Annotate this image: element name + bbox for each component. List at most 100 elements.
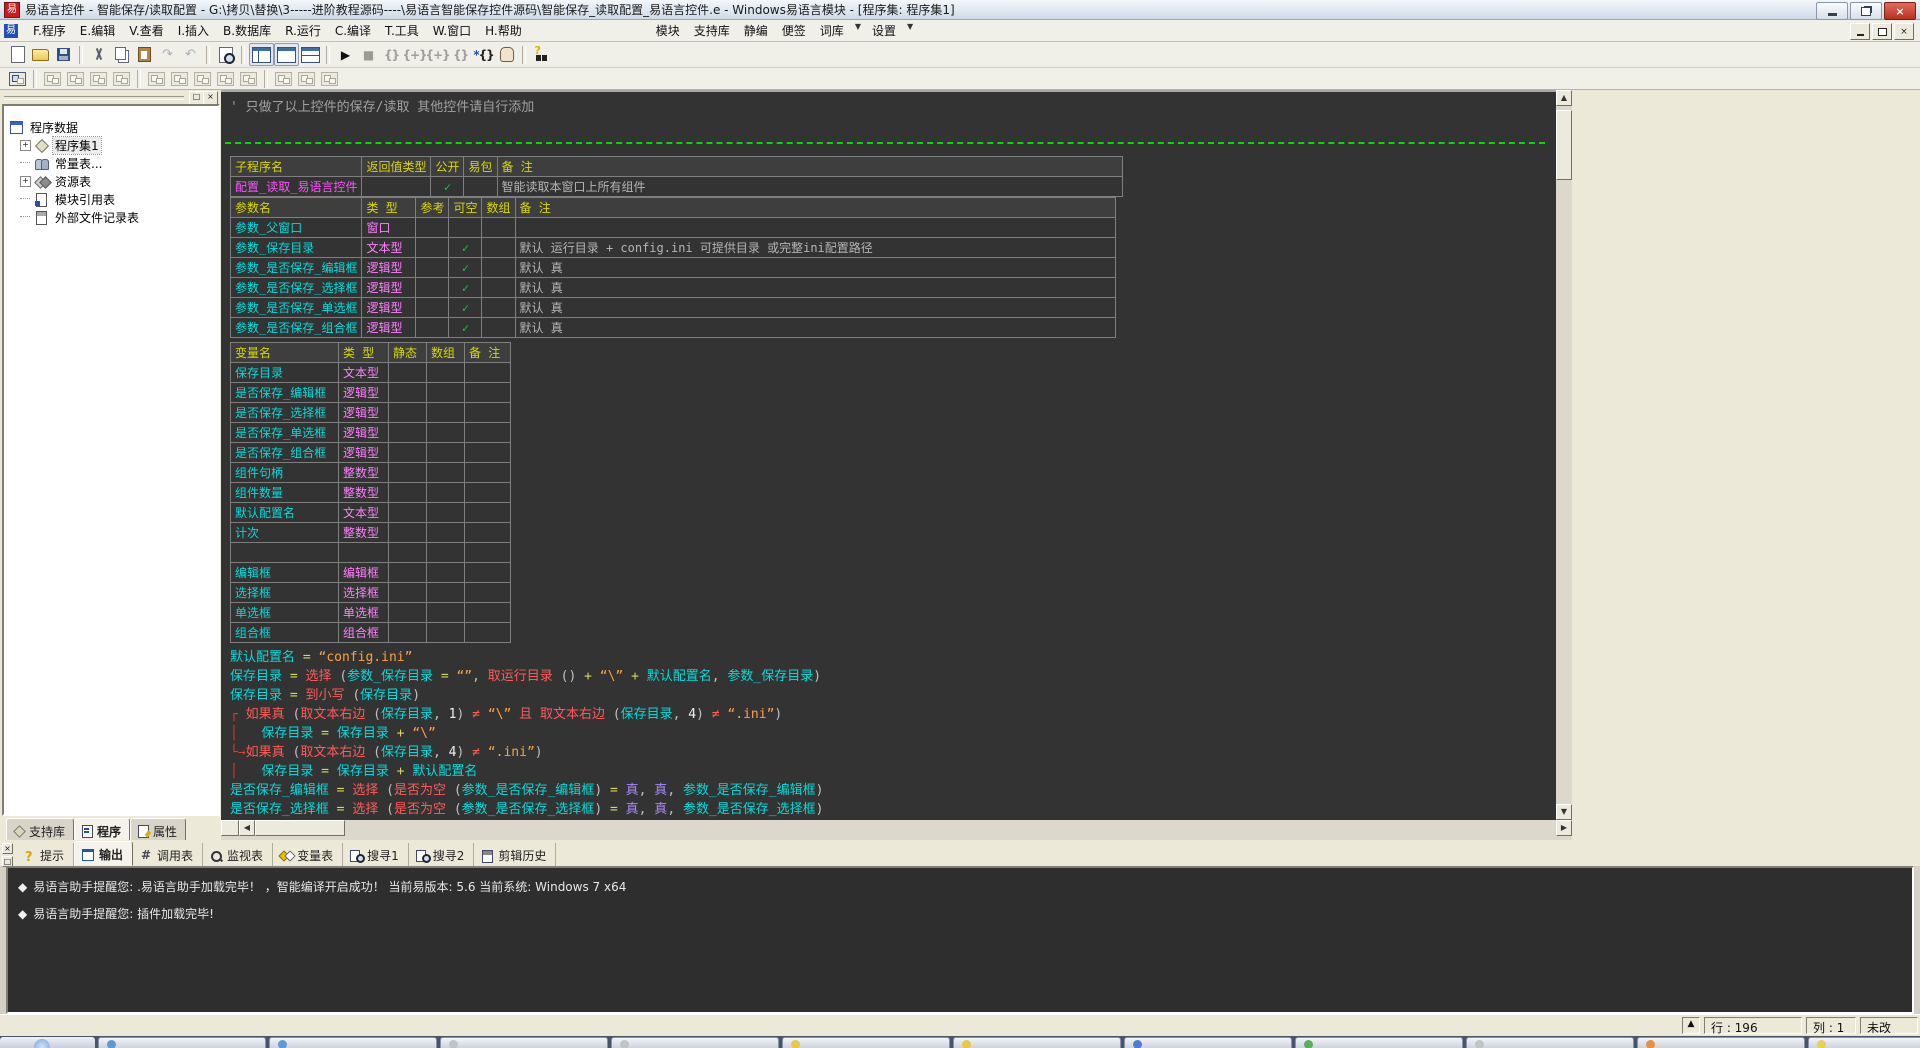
table-cell[interactable]: 默认 真 [514, 317, 1116, 338]
table-cell[interactable]: 保存目录 [230, 362, 339, 383]
taskbar-button[interactable] [1466, 1037, 1634, 1048]
table-cell[interactable] [481, 257, 516, 278]
table-cell[interactable]: 默认配置名 [230, 502, 339, 523]
table-cell[interactable]: 是否保存_组合框 [230, 442, 339, 463]
table-cell[interactable]: ✓ [448, 277, 483, 298]
table-cell[interactable] [230, 542, 339, 563]
open-file-button[interactable] [29, 44, 52, 65]
plugin-menu-item[interactable]: 静编 [737, 19, 775, 42]
chevron-down-icon[interactable]: ▼ [903, 19, 917, 42]
same-width-button[interactable] [191, 68, 214, 89]
table-cell[interactable]: 文本型 [338, 502, 389, 523]
table-cell[interactable] [388, 402, 427, 423]
table-cell[interactable] [463, 176, 498, 197]
code-editor[interactable]: ' 只做了以上控件的保存/读取 其他控件请自行添加 子程序名 返回值类型 公开 易包备… [221, 90, 1572, 820]
start-button[interactable] [0, 1037, 95, 1048]
table-cell[interactable] [426, 382, 465, 403]
menu-item[interactable]: W.窗口 [426, 19, 478, 42]
vertical-scroll-thumb[interactable] [1556, 110, 1572, 180]
table-cell[interactable]: 逻辑型 [361, 317, 417, 338]
column-header[interactable]: 返回值类型 [361, 156, 432, 177]
table-cell[interactable] [448, 217, 483, 238]
table-cell[interactable] [464, 542, 511, 563]
tab-程序[interactable]: 程序 [74, 818, 131, 842]
column-header[interactable]: 公开 [430, 156, 465, 177]
table-cell[interactable]: 单选框 [230, 602, 339, 623]
table-cell[interactable] [464, 462, 511, 483]
table-cell[interactable] [464, 622, 511, 643]
column-header[interactable]: 备 注 [496, 156, 1123, 177]
table-cell[interactable]: 配置_读取_易语言控件 [229, 176, 363, 197]
column-header[interactable]: 备 注 [464, 342, 511, 363]
table-cell[interactable] [415, 257, 450, 278]
table-cell[interactable] [426, 402, 465, 423]
table-cell[interactable]: ✓ [448, 257, 483, 278]
table-cell[interactable] [415, 237, 450, 258]
stop-button[interactable]: ■ [357, 44, 380, 65]
editor-vertical-scrollbar[interactable]: ▲ ▼ [1556, 90, 1572, 820]
layout-top-toggle[interactable] [274, 43, 299, 66]
space-across-button[interactable] [272, 68, 295, 89]
scroll-right-arrow[interactable]: ▶ [1556, 820, 1572, 836]
same-height-button[interactable] [214, 68, 237, 89]
chevron-down-icon[interactable]: ▼ [851, 19, 865, 42]
table-cell[interactable]: 组件数量 [230, 482, 339, 503]
menu-item[interactable]: B.数据库 [216, 19, 278, 42]
layout-grid-toggle[interactable] [299, 44, 322, 65]
table-cell[interactable] [361, 176, 432, 197]
table-cell[interactable]: 逻辑型 [338, 422, 389, 443]
mdi-close-button[interactable]: × [1894, 23, 1914, 40]
table-cell[interactable] [426, 422, 465, 443]
table-cell[interactable]: 参数_是否保存_选择框 [229, 277, 363, 298]
table-cell[interactable] [464, 382, 511, 403]
help-find-button[interactable] [530, 44, 553, 65]
new-file-button[interactable] [6, 44, 29, 65]
table-cell[interactable] [426, 442, 465, 463]
table-cell[interactable] [464, 482, 511, 503]
taskbar-button[interactable] [953, 1037, 1121, 1048]
code-line[interactable]: │ 保存目录 = 保存目录 + 默认配置名 [230, 762, 823, 781]
table-cell[interactable] [388, 422, 427, 443]
column-header[interactable]: 类 型 [361, 197, 417, 218]
table-cell[interactable] [464, 562, 511, 583]
table-cell[interactable]: 窗口 [361, 217, 417, 238]
tab-提示[interactable]: ? 提示 [18, 843, 75, 866]
table-cell[interactable] [388, 362, 427, 383]
table-cell[interactable] [415, 217, 450, 238]
table-cell[interactable]: 默认 真 [514, 257, 1116, 278]
table-cell[interactable]: 参数_保存目录 [229, 237, 363, 258]
table-cell[interactable]: 选择框 [230, 582, 339, 603]
table-cell[interactable]: 编辑框 [230, 562, 339, 583]
horizontal-scroll-thumb[interactable] [255, 820, 345, 836]
table-cell[interactable] [388, 462, 427, 483]
table-cell[interactable] [426, 582, 465, 603]
column-header[interactable]: 备 注 [514, 197, 1116, 218]
tree-item[interactable]: 常量表... [4, 154, 218, 172]
table-cell[interactable] [426, 362, 465, 383]
table-cell[interactable]: 文本型 [361, 237, 417, 258]
table-cell[interactable]: 参数_是否保存_编辑框 [229, 257, 363, 278]
table-cell[interactable]: 逻辑型 [361, 257, 417, 278]
code-line[interactable]: 保存目录 = 选择 (参数_保存目录 = “”, 取运行目录 () + “\” … [230, 667, 823, 686]
tab-调用表[interactable]: 调用表 [133, 843, 204, 866]
column-header[interactable]: 变量名 [230, 342, 339, 363]
run-button[interactable]: ▶ [334, 44, 357, 65]
column-header[interactable]: 数组 [426, 342, 465, 363]
tab-属性[interactable]: 属性 [130, 818, 187, 842]
table-cell[interactable] [464, 362, 511, 383]
taskbar-button[interactable] [98, 1037, 266, 1048]
tab-搜寻2[interactable]: 搜寻2 [409, 843, 475, 866]
plugin-menu-item[interactable]: 便签 [775, 19, 813, 42]
align-left-button[interactable] [41, 68, 64, 89]
column-header[interactable]: 数组 [481, 197, 516, 218]
table-cell[interactable] [464, 422, 511, 443]
tree-item[interactable]: + 程序集1 [4, 135, 218, 155]
copy-button[interactable] [110, 44, 133, 65]
table-cell[interactable]: 逻辑型 [361, 297, 417, 318]
table-cell[interactable] [481, 277, 516, 298]
mdi-minimize-button[interactable] [1850, 23, 1870, 40]
table-cell[interactable]: 整数型 [338, 482, 389, 503]
table-cell[interactable] [426, 502, 465, 523]
table-cell[interactable] [514, 217, 1116, 238]
table-cell[interactable]: 组件句柄 [230, 462, 339, 483]
